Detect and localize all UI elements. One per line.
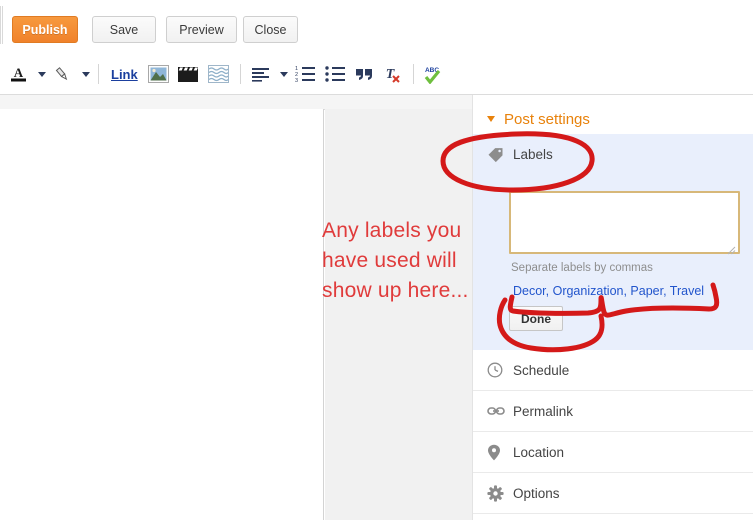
annotation-line-3: show up here... <box>322 279 469 302</box>
location-pin-icon <box>487 444 513 461</box>
editor-background-gap <box>325 109 472 520</box>
preview-button[interactable]: Preview <box>166 16 237 43</box>
insert-video-icon[interactable] <box>176 61 202 87</box>
annotation-line-2: have used will <box>322 249 457 272</box>
chevron-down-icon <box>487 116 495 122</box>
svg-text:3: 3 <box>295 78 298 82</box>
clock-icon <box>487 362 513 378</box>
align-icon[interactable] <box>249 61 273 87</box>
sidebar-item-schedule[interactable]: Schedule <box>473 350 753 391</box>
labels-done-button[interactable]: Done <box>509 306 563 331</box>
link-button[interactable]: Link <box>107 61 142 87</box>
labels-input[interactable] <box>509 191 740 254</box>
post-settings-title: Post settings <box>504 110 590 128</box>
sidebar-item-options[interactable]: Options <box>473 473 753 514</box>
gear-icon <box>487 484 513 502</box>
sidebar-item-label: Permalink <box>513 403 574 419</box>
insert-image-icon[interactable] <box>146 61 172 87</box>
sidebar-item-label: Location <box>513 444 565 460</box>
spell-check-icon[interactable]: ABC <box>422 61 448 87</box>
post-settings-header[interactable]: Post settings <box>473 107 753 131</box>
labels-hint: Separate labels by commas <box>511 262 653 274</box>
text-color-dropdown-icon[interactable] <box>34 61 46 87</box>
sidebar-item-permalink[interactable]: Permalink <box>473 391 753 432</box>
sidebar-item-location[interactable]: Location <box>473 432 753 473</box>
save-button[interactable]: Save <box>92 16 156 43</box>
toolbar-separator-1 <box>98 64 99 84</box>
highlight-color-dropdown-icon[interactable] <box>78 61 90 87</box>
toolbar-separator-2 <box>239 64 241 84</box>
toolbar-left-edge <box>0 6 3 44</box>
sidebar-item-label: Options <box>513 485 560 501</box>
remove-formatting-icon[interactable]: T <box>381 61 405 87</box>
numbered-list-icon[interactable]: 123 <box>293 61 319 87</box>
used-labels-list[interactable]: Decor, Organization, Paper, Travel <box>513 284 704 298</box>
publish-button[interactable]: Publish <box>12 16 78 43</box>
toolbar-separator-3 <box>412 64 414 84</box>
sidebar-item-label: Labels <box>513 147 553 162</box>
labels-input-wrapper <box>509 191 740 259</box>
sidebar-item-label: Schedule <box>513 362 570 378</box>
blockquote-icon[interactable] <box>353 61 377 87</box>
formatting-toolbar: A Link 1 2 3 T ABC <box>0 53 753 95</box>
svg-text:A: A <box>13 65 23 80</box>
highlight-color-icon[interactable] <box>50 61 74 87</box>
post-body-editor[interactable] <box>0 109 324 520</box>
annotation-text: Any labels you have used will show up he… <box>322 216 522 306</box>
align-dropdown-icon[interactable] <box>277 61 289 87</box>
insert-jump-break-icon[interactable] <box>206 61 232 87</box>
post-settings-sidebar: Post settings Labels Separate labels by … <box>472 95 753 520</box>
link-icon <box>487 404 513 418</box>
bulleted-list-icon[interactable] <box>323 61 349 87</box>
annotation-line-1: Any labels you <box>322 219 462 242</box>
text-color-icon[interactable]: A <box>6 61 30 87</box>
close-button[interactable]: Close <box>243 16 298 43</box>
top-action-bar: Publish Save Preview Close <box>0 0 753 53</box>
blogger-post-editor: Publish Save Preview Close A Link 1 2 3 … <box>0 0 753 520</box>
sidebar-item-labels[interactable]: Labels <box>473 134 753 175</box>
tag-icon <box>487 146 513 163</box>
